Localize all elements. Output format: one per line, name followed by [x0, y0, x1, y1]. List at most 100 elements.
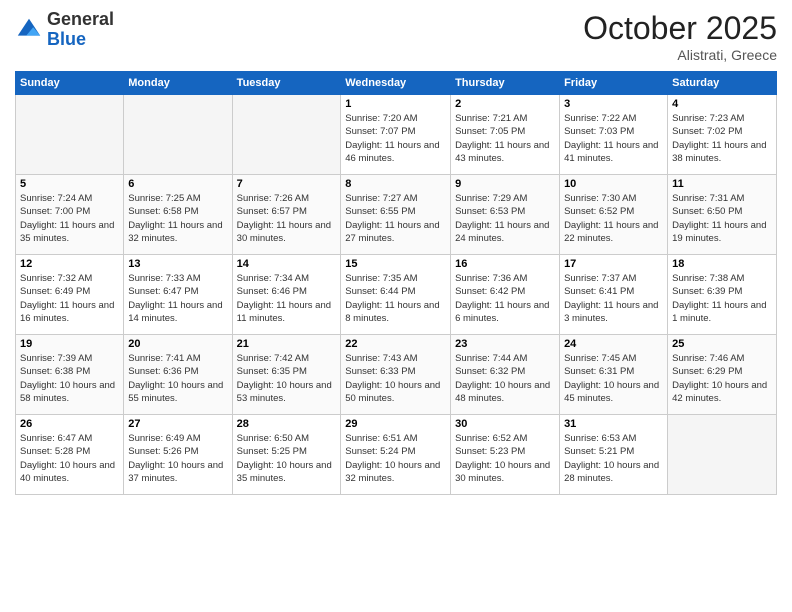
- daylight-text: Daylight: 11 hours and 24 minutes.: [455, 220, 549, 244]
- day-info: Sunrise: 7:20 AMSunset: 7:07 PMDaylight:…: [345, 112, 446, 165]
- day-number: 1: [345, 98, 446, 110]
- daylight-text: Daylight: 11 hours and 11 minutes.: [237, 300, 331, 324]
- table-row: 13Sunrise: 7:33 AMSunset: 6:47 PMDayligh…: [124, 255, 232, 335]
- day-info: Sunrise: 7:31 AMSunset: 6:50 PMDaylight:…: [672, 192, 772, 245]
- day-info: Sunrise: 7:41 AMSunset: 6:36 PMDaylight:…: [128, 352, 227, 405]
- sunset-text: Sunset: 6:53 PM: [455, 206, 525, 217]
- sunset-text: Sunset: 6:41 PM: [564, 286, 634, 297]
- day-info: Sunrise: 7:33 AMSunset: 6:47 PMDaylight:…: [128, 272, 227, 325]
- sunset-text: Sunset: 6:35 PM: [237, 366, 307, 377]
- col-sunday: Sunday: [16, 72, 124, 95]
- daylight-text: Daylight: 10 hours and 48 minutes.: [455, 380, 550, 404]
- day-info: Sunrise: 6:52 AMSunset: 5:23 PMDaylight:…: [455, 432, 555, 485]
- day-info: Sunrise: 7:45 AMSunset: 6:31 PMDaylight:…: [564, 352, 663, 405]
- day-info: Sunrise: 7:44 AMSunset: 6:32 PMDaylight:…: [455, 352, 555, 405]
- table-row: 5Sunrise: 7:24 AMSunset: 7:00 PMDaylight…: [16, 175, 124, 255]
- col-monday: Monday: [124, 72, 232, 95]
- sunset-text: Sunset: 5:26 PM: [128, 446, 198, 457]
- day-info: Sunrise: 7:37 AMSunset: 6:41 PMDaylight:…: [564, 272, 663, 325]
- day-info: Sunrise: 7:34 AMSunset: 6:46 PMDaylight:…: [237, 272, 337, 325]
- table-row: 20Sunrise: 7:41 AMSunset: 6:36 PMDayligh…: [124, 335, 232, 415]
- logo: General Blue: [15, 10, 114, 50]
- sunset-text: Sunset: 5:25 PM: [237, 446, 307, 457]
- table-row: 22Sunrise: 7:43 AMSunset: 6:33 PMDayligh…: [341, 335, 451, 415]
- table-row: 11Sunrise: 7:31 AMSunset: 6:50 PMDayligh…: [668, 175, 777, 255]
- day-info: Sunrise: 6:53 AMSunset: 5:21 PMDaylight:…: [564, 432, 663, 485]
- table-row: 6Sunrise: 7:25 AMSunset: 6:58 PMDaylight…: [124, 175, 232, 255]
- day-number: 3: [564, 98, 663, 110]
- sunrise-text: Sunrise: 6:52 AM: [455, 433, 527, 444]
- daylight-text: Daylight: 10 hours and 55 minutes.: [128, 380, 223, 404]
- daylight-text: Daylight: 10 hours and 30 minutes.: [455, 460, 550, 484]
- table-row: 28 Sunrise: 6:50 AM Sunset: 5:25 PM Dayligh…: [232, 415, 341, 495]
- calendar-week-row: 19Sunrise: 7:39 AMSunset: 6:38 PMDayligh…: [16, 335, 777, 415]
- day-info: Sunrise: 7:38 AMSunset: 6:39 PMDaylight:…: [672, 272, 772, 325]
- table-row: 16 Sunrise: 7:36 AMSunset: 6:42 PMDayligh…: [451, 255, 560, 335]
- table-row: 24Sunrise: 7:45 AMSunset: 6:31 PMDayligh…: [560, 335, 668, 415]
- day-number: 29: [345, 418, 446, 430]
- daylight-text: Daylight: 11 hours and 3 minutes.: [564, 300, 658, 324]
- daylight-text: Daylight: 11 hours and 30 minutes.: [237, 220, 331, 244]
- logo-blue: Blue: [47, 29, 86, 49]
- day-info: Sunrise: 6:47 AMSunset: 5:28 PMDaylight:…: [20, 432, 119, 485]
- calendar-week-row: 12Sunrise: 7:32 AMSunset: 6:49 PMDayligh…: [16, 255, 777, 335]
- day-number: 10: [564, 178, 663, 190]
- sunrise-text: Sunrise: 7:33 AM: [128, 273, 200, 284]
- table-row: 30Sunrise: 6:52 AMSunset: 5:23 PMDayligh…: [451, 415, 560, 495]
- day-info: Sunrise: 6:49 AMSunset: 5:26 PMDaylight:…: [128, 432, 227, 485]
- table-row: 8Sunrise: 7:27 AMSunset: 6:55 PMDaylight…: [341, 175, 451, 255]
- sunset-text: Sunset: 7:05 PM: [455, 126, 525, 137]
- daylight-text: Daylight: 10 hours and 40 minutes.: [20, 460, 115, 484]
- col-friday: Friday: [560, 72, 668, 95]
- sunrise-text: Sunrise: 7:39 AM: [20, 353, 92, 364]
- sunset-text: Sunset: 6:36 PM: [128, 366, 198, 377]
- day-info: Sunrise: 7:29 AM Sunset: 6:53 PM Daylight:…: [455, 192, 555, 245]
- day-info: Sunrise: 7:25 AMSunset: 6:58 PMDaylight:…: [128, 192, 227, 245]
- calendar-header-row: Sunday Monday Tuesday Wednesday Thursday…: [16, 72, 777, 95]
- day-number: 28: [237, 418, 337, 430]
- sunrise-text: Sunrise: 7:36 AM: [455, 273, 527, 284]
- daylight-text: Daylight: 11 hours and 43 minutes.: [455, 140, 549, 164]
- day-number: 27: [128, 418, 227, 430]
- sunrise-text: Sunrise: 7:38 AM: [672, 273, 744, 284]
- day-number: 17: [564, 258, 663, 270]
- sunrise-text: Sunrise: 7:24 AM: [20, 193, 92, 204]
- table-row: 31 Sunrise: 6:53 AMSunset: 5:21 PMDayligh…: [560, 415, 668, 495]
- sunset-text: Sunset: 7:07 PM: [345, 126, 415, 137]
- daylight-text: Daylight: 11 hours and 6 minutes.: [455, 300, 549, 324]
- sunrise-text: Sunrise: 7:32 AM: [20, 273, 92, 284]
- daylight-text: Daylight: 10 hours and 35 minutes.: [237, 460, 332, 484]
- sunrise-text: Sunrise: 6:50 AM: [237, 433, 309, 444]
- sunrise-text: Sunrise: 7:30 AM: [564, 193, 636, 204]
- logo-icon: [15, 16, 43, 44]
- table-row: 23 Sunrise: 7:44 AMSunset: 6:32 PMDayligh…: [451, 335, 560, 415]
- sunrise-text: Sunrise: 6:49 AM: [128, 433, 200, 444]
- day-number: 23: [455, 338, 555, 350]
- day-number: 19: [20, 338, 119, 350]
- sunset-text: Sunset: 6:57 PM: [237, 206, 307, 217]
- day-info: Sunrise: 7:46 AMSunset: 6:29 PMDaylight:…: [672, 352, 772, 405]
- table-row: 7Sunrise: 7:26 AMSunset: 6:57 PMDaylight…: [232, 175, 341, 255]
- daylight-text: Daylight: 10 hours and 50 minutes.: [345, 380, 440, 404]
- daylight-text: Daylight: 10 hours and 28 minutes.: [564, 460, 659, 484]
- day-number: 16: [455, 258, 555, 270]
- daylight-text: Daylight: 11 hours and 27 minutes.: [345, 220, 439, 244]
- table-row: 27Sunrise: 6:49 AMSunset: 5:26 PMDayligh…: [124, 415, 232, 495]
- table-row: 21Sunrise: 7:42 AMSunset: 6:35 PMDayligh…: [232, 335, 341, 415]
- day-info: Sunrise: 7:27 AMSunset: 6:55 PMDaylight:…: [345, 192, 446, 245]
- day-number: 31: [564, 418, 663, 430]
- table-row: [124, 95, 232, 175]
- sunset-text: Sunset: 6:33 PM: [345, 366, 415, 377]
- table-row: 26Sunrise: 6:47 AMSunset: 5:28 PMDayligh…: [16, 415, 124, 495]
- day-info: Sunrise: 7:24 AMSunset: 7:00 PMDaylight:…: [20, 192, 119, 245]
- daylight-text: Daylight: 11 hours and 38 minutes.: [672, 140, 766, 164]
- day-number: 12: [20, 258, 119, 270]
- header: General Blue October 2025 Alistrati, Gre…: [15, 10, 777, 63]
- col-thursday: Thursday: [451, 72, 560, 95]
- sunset-text: Sunset: 7:02 PM: [672, 126, 742, 137]
- calendar-table: Sunday Monday Tuesday Wednesday Thursday…: [15, 71, 777, 495]
- day-info: Sunrise: 7:36 AMSunset: 6:42 PMDaylight:…: [455, 272, 555, 325]
- sunrise-text: Sunrise: 7:29 AM: [455, 193, 527, 204]
- table-row: 25Sunrise: 7:46 AMSunset: 6:29 PMDayligh…: [668, 335, 777, 415]
- table-row: [232, 95, 341, 175]
